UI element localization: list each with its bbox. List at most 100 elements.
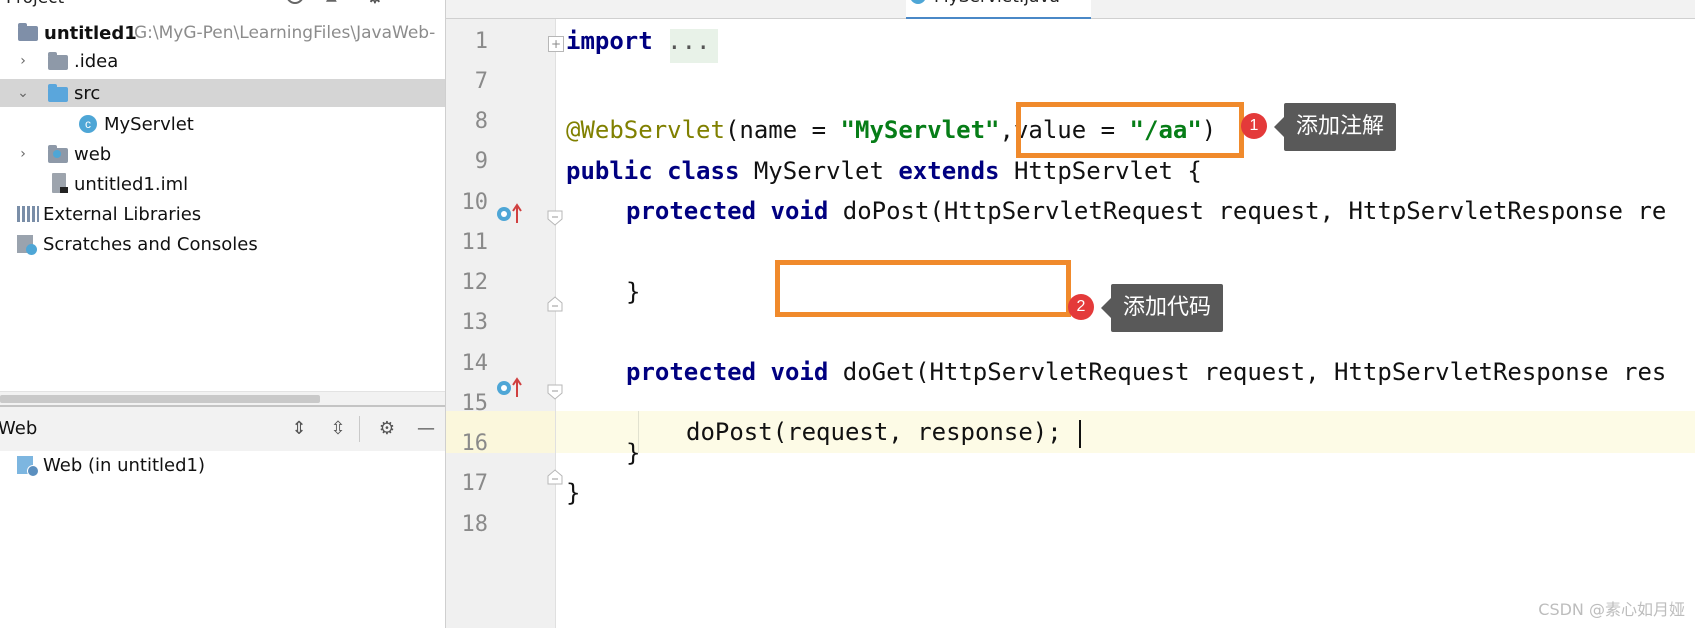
library-icon [17,206,39,222]
code-text: HttpServlet { [999,157,1202,185]
fold-collapse-icon[interactable] [547,210,563,226]
callout-add-annotation: 添加注解 [1273,103,1397,151]
gutter-border [555,19,556,628]
code-line-9[interactable]: public class MyServlet extends HttpServl… [566,157,1202,185]
tree-item-label: untitled1 [44,22,137,44]
code-line-16[interactable]: } [626,439,640,467]
project-header[interactable]: Project ▲ ⚙ [0,0,445,10]
text-caret [1079,420,1081,448]
minimize-icon[interactable]: — [414,417,438,441]
web-facet-item[interactable]: Web (in untitled1) [0,451,445,479]
tree-item-label: External Libraries [43,203,202,225]
line-number: 15 [461,391,489,416]
project-panel: Project ▲ ⚙ untitled1 G:\MyG-Pen\Learnin… [0,0,445,628]
web-facet-label: Web (in untitled1) [43,454,206,476]
keyword: void [770,197,829,225]
iml-file-badge-icon [60,187,68,193]
tree-item-label: .idea [74,50,119,72]
tree-item-external-libraries[interactable]: External Libraries [0,200,445,228]
chevron-down-icon[interactable]: ⌄ [16,86,30,100]
web-dot-icon [53,150,61,158]
web-panel-header: Web ⇕ ⇳ ⚙ — [0,405,445,451]
line-number: 1 [474,29,488,54]
string-literal: "MyServlet" [840,116,1000,144]
line-number: 13 [461,310,489,335]
step-badge-1: 1 [1241,113,1267,139]
line-number: 8 [474,109,488,134]
code-text: MyServlet [739,157,899,185]
fold-collapse-icon[interactable] [547,384,563,400]
clock-icon [26,244,37,255]
tree-item-iml[interactable]: untitled1.iml [0,170,445,198]
chevron-right-icon[interactable]: › [16,54,30,68]
tree-item-src[interactable]: ⌄ src [0,79,445,107]
fold-end-icon[interactable] [547,296,563,312]
project-dropdown-label[interactable]: Project [6,0,64,8]
tree-item-scratches[interactable]: Scratches and Consoles [0,230,445,258]
collapse-all-icon[interactable]: ⇳ [326,417,350,441]
gear-icon[interactable]: ⚙ [366,0,384,8]
step-badge-2: 2 [1068,294,1094,320]
horizontal-scrollbar[interactable] [0,391,445,406]
override-method-icon[interactable] [496,377,524,399]
keyword: import [566,27,653,55]
code-text: doGet(HttpServletRequest request, HttpSe… [828,358,1667,386]
highlight-box-annotation [1016,102,1244,158]
code-text: doPost(HttpServletRequest request, HttpS… [828,197,1667,225]
module-folder-icon [18,23,38,41]
line-number: 12 [461,270,489,295]
java-class-icon: c [79,115,97,133]
tree-item-label: untitled1.iml [74,173,189,195]
chevron-right-icon[interactable]: › [16,147,30,161]
code-line-12[interactable]: } [626,278,640,306]
keyword: protected [626,197,757,225]
callout-add-code: 添加代码 [1100,284,1224,332]
folder-icon [48,52,68,70]
code-line-15[interactable]: doPost(request, response); [686,418,1062,446]
tree-item-label: web [74,143,112,165]
line-number: 11 [461,230,489,255]
code-line-1[interactable]: import ... [566,27,711,55]
tree-item-web[interactable]: › web [0,140,445,168]
tab-label: MyServlet.java [934,0,1060,8]
override-method-icon[interactable] [496,203,524,225]
tab-myservlet-java[interactable]: MyServlet.java [906,0,1091,20]
fold-end-icon[interactable] [547,469,563,485]
keyword: void [770,358,829,386]
annotation: @WebServlet [566,116,725,144]
scrollbar-thumb[interactable] [0,395,320,403]
highlight-box-code [775,260,1071,317]
code-line-14[interactable]: protected void doGet(HttpServletRequest … [626,358,1666,386]
tree-item-idea[interactable]: › .idea [0,47,445,75]
line-number: 14 [461,351,489,376]
line-number: 7 [474,69,488,94]
line-number: 17 [461,471,489,496]
java-class-icon [910,0,926,4]
tree-item-label: MyServlet [104,113,194,135]
expand-all-icon[interactable]: ⇕ [287,417,311,441]
target-icon[interactable] [286,0,304,4]
globe-icon [27,465,39,477]
folded-text[interactable]: ... [653,27,710,55]
fold-expand-icon[interactable]: + [548,36,564,52]
tree-item-label: src [74,82,101,104]
gear-icon[interactable]: ⚙ [375,417,399,441]
tree-item-untitled1[interactable]: untitled1 G:\MyG-Pen\LearningFiles\JavaW… [0,19,445,47]
watermark: CSDN @素心如月娅 [1538,600,1685,619]
editor-tab-bar: MyServlet.java [446,0,1695,20]
line-number: 18 [461,512,489,537]
code-line-10[interactable]: protected void doPost(HttpServletRequest… [626,197,1666,225]
keyword: protected [626,358,757,386]
source-folder-icon [48,84,68,102]
code-line-17[interactable]: } [566,479,580,507]
toolbar-divider [359,416,360,442]
line-number: 16 [461,431,489,456]
tree-item-myservlet[interactable]: c MyServlet [0,110,445,138]
collapse-icon[interactable]: ▲ [326,0,337,4]
code-text: (name = [724,116,841,144]
line-number: 10 [461,190,489,215]
project-path: G:\MyG-Pen\LearningFiles\JavaWeb- [134,23,436,43]
keyword: extends [898,157,1000,185]
line-number: 9 [474,149,488,174]
web-panel-title: Web [0,418,38,439]
